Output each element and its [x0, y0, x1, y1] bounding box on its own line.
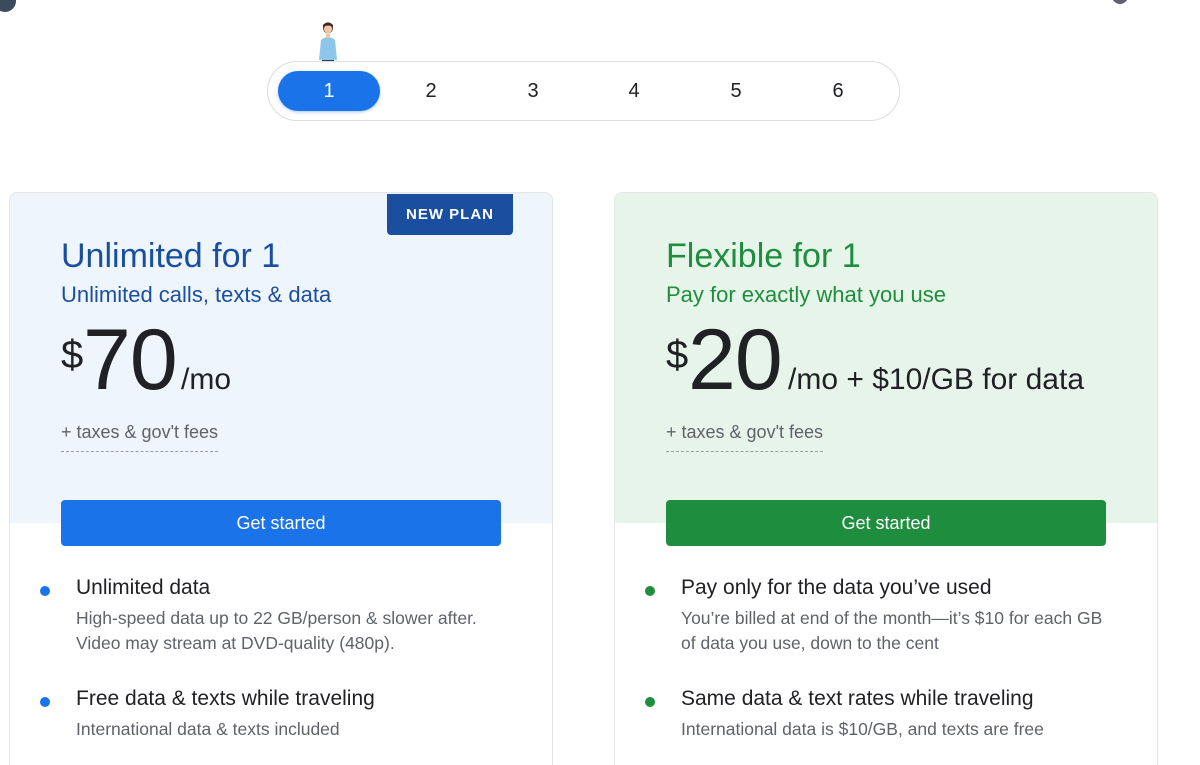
get-started-button[interactable]: Get started: [666, 500, 1106, 546]
feature-title: Free data & texts while traveling: [76, 687, 375, 710]
line-option-5[interactable]: 5: [685, 71, 787, 111]
feature-description-line: International data & texts included: [76, 719, 340, 739]
feature-description-line: Video may stream at DVD-quality (480p).: [76, 633, 395, 653]
feature-description: International data is $10/GB, and texts …: [681, 717, 1044, 742]
fees-link[interactable]: + taxes & gov't fees: [61, 422, 219, 452]
line-count-selector: 1 2 3 4 5 6: [267, 61, 900, 121]
price-amount: 20: [688, 312, 783, 408]
plan-card-flexible: Flexible for 1 Pay for exactly what you …: [614, 192, 1158, 765]
get-started-button[interactable]: Get started: [61, 500, 501, 546]
line-option-1[interactable]: 1: [278, 71, 380, 111]
line-option-2[interactable]: 2: [380, 71, 482, 111]
plan-card-unlimited: NEW PLAN Unlimited for 1 Unlimited calls…: [9, 192, 553, 765]
plan-title: Flexible for 1: [666, 237, 861, 275]
bullet-icon: [645, 697, 655, 707]
price-currency: $: [61, 333, 84, 377]
feature-description-line: International data is $10/GB, and texts …: [681, 719, 1044, 739]
plan-subtitle: Pay for exactly what you use: [666, 282, 947, 307]
feature-description-line: High-speed data up to 22 GB/person & slo…: [76, 608, 477, 628]
feature-description-line: You’re billed at end of the month—it’s $…: [681, 608, 1103, 628]
feature-description-line: of data you use, down to the cent: [681, 633, 939, 653]
fees-link[interactable]: + taxes & gov't fees: [666, 422, 824, 452]
bullet-icon: [645, 586, 655, 596]
feature-description: You’re billed at end of the month—it’s $…: [681, 606, 1102, 656]
plan-subtitle: Unlimited calls, texts & data: [61, 282, 332, 307]
price-period: /mo: [181, 363, 232, 396]
feature-description: International data & texts included: [76, 717, 340, 742]
person-illustration-icon: [319, 22, 337, 62]
feature-description: High-speed data up to 22 GB/person & slo…: [76, 606, 477, 656]
top-left-decoration: [0, 0, 16, 12]
plan-title: Unlimited for 1: [61, 237, 281, 275]
feature-title: Unlimited data: [76, 576, 211, 599]
price-amount: 70: [83, 312, 178, 408]
new-plan-badge: NEW PLAN: [387, 194, 513, 235]
line-option-4[interactable]: 4: [583, 71, 685, 111]
top-right-decoration: [1112, 0, 1128, 4]
bullet-icon: [40, 586, 50, 596]
price-period: /mo + $10/GB for data: [788, 363, 1085, 396]
feature-title: Pay only for the data you’ve used: [681, 576, 992, 599]
line-option-3[interactable]: 3: [482, 71, 584, 111]
feature-title: Same data & text rates while traveling: [681, 687, 1034, 710]
line-option-6[interactable]: 6: [787, 71, 889, 111]
price-currency: $: [666, 333, 689, 377]
bullet-icon: [40, 697, 50, 707]
